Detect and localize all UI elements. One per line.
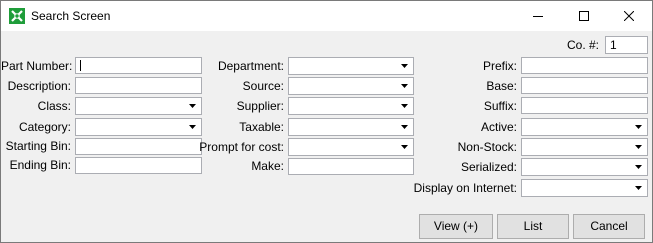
chevron-down-icon: [401, 84, 408, 88]
active-label: Active:: [480, 120, 517, 134]
supplier-dropdown[interactable]: [288, 97, 414, 115]
chevron-down-icon: [401, 125, 408, 129]
ending-bin-label: Ending Bin:: [9, 158, 71, 172]
display-on-internet-dropdown-button[interactable]: [631, 180, 647, 196]
prompt-for-cost-label: Prompt for cost:: [199, 140, 284, 154]
department-dropdown[interactable]: [288, 57, 414, 75]
chevron-down-icon: [635, 165, 642, 169]
starting-bin-field[interactable]: [75, 138, 202, 155]
company-number-value: 1: [610, 38, 617, 52]
class-label: Class:: [37, 99, 71, 113]
list-button[interactable]: List: [497, 214, 569, 239]
active-dropdown-button[interactable]: [631, 119, 647, 135]
app-x-icon: [9, 8, 25, 24]
cancel-button[interactable]: Cancel: [573, 214, 645, 239]
close-button[interactable]: [606, 1, 652, 31]
search-form: Co. #: 1 Part Number: Description: Class…: [1, 31, 652, 242]
suffix-field[interactable]: [521, 97, 648, 114]
class-dropdown[interactable]: [75, 97, 202, 115]
description-field[interactable]: [75, 77, 202, 94]
serialized-dropdown[interactable]: [521, 158, 648, 176]
text-caret: [80, 60, 81, 71]
non-stock-dropdown[interactable]: [521, 138, 648, 156]
serialized-label: Serialized:: [460, 160, 517, 174]
starting-bin-label: Starting Bin:: [5, 139, 71, 153]
suffix-label: Suffix:: [483, 99, 517, 113]
display-on-internet-dropdown[interactable]: [521, 179, 648, 197]
minimize-icon: [533, 16, 543, 17]
view-button[interactable]: View (+): [419, 214, 493, 239]
make-field[interactable]: [288, 158, 414, 175]
prefix-field[interactable]: [521, 57, 648, 74]
window-title: Search Screen: [31, 9, 111, 23]
company-number-field[interactable]: 1: [605, 36, 648, 54]
title-bar: Search Screen: [1, 1, 652, 31]
description-label: Description:: [7, 79, 71, 93]
chevron-down-icon: [401, 104, 408, 108]
make-label: Make:: [251, 159, 284, 173]
taxable-label: Taxable:: [239, 120, 284, 134]
maximize-icon: [579, 11, 589, 21]
non-stock-label: Non-Stock:: [457, 140, 517, 154]
chevron-down-icon: [635, 186, 642, 190]
taxable-dropdown[interactable]: [288, 118, 414, 136]
close-icon: [624, 11, 634, 21]
part-number-field[interactable]: [75, 57, 202, 74]
category-label: Category:: [18, 120, 71, 134]
company-number-label: Co. #:: [566, 38, 599, 52]
non-stock-dropdown-button[interactable]: [631, 139, 647, 155]
maximize-button[interactable]: [561, 1, 607, 31]
source-dropdown[interactable]: [288, 77, 414, 95]
active-dropdown[interactable]: [521, 118, 648, 136]
chevron-down-icon: [401, 64, 408, 68]
chevron-down-icon: [635, 125, 642, 129]
display-on-internet-label: Display on Internet:: [413, 181, 517, 195]
search-screen-window: Search Screen Co. #: 1 Part Number: Desc…: [0, 0, 653, 243]
chevron-down-icon: [635, 145, 642, 149]
department-label: Department:: [217, 59, 284, 73]
part-number-label: Part Number:: [1, 59, 73, 73]
category-dropdown[interactable]: [75, 118, 202, 136]
source-label: Source:: [242, 79, 284, 93]
serialized-dropdown-button[interactable]: [631, 159, 647, 175]
minimize-button[interactable]: [515, 1, 561, 31]
base-label: Base:: [486, 79, 517, 93]
ending-bin-field[interactable]: [75, 157, 202, 174]
prompt-for-cost-dropdown[interactable]: [288, 138, 414, 156]
base-field[interactable]: [521, 77, 648, 94]
chevron-down-icon: [401, 145, 408, 149]
prefix-label: Prefix:: [482, 59, 517, 73]
supplier-label: Supplier:: [236, 99, 284, 113]
